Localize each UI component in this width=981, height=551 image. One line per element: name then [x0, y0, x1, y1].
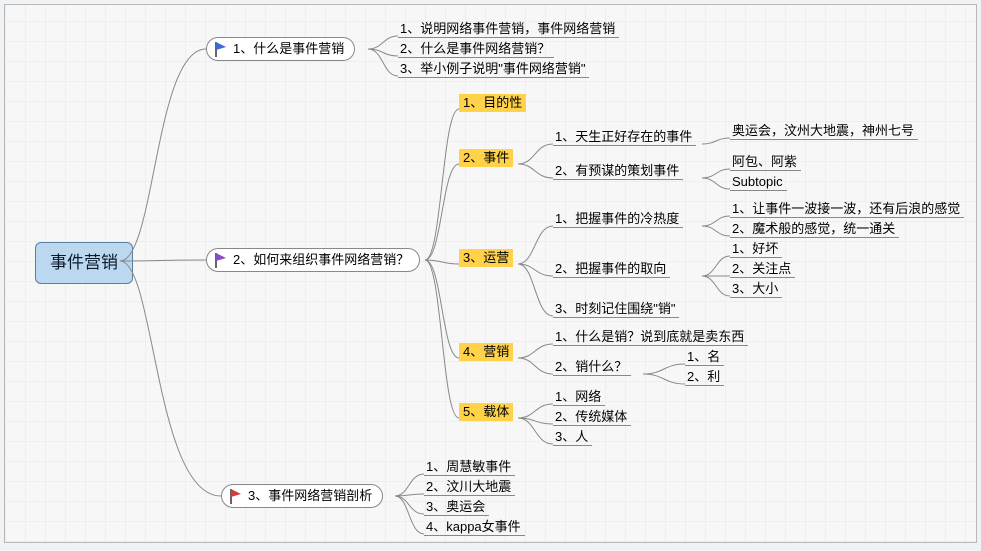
subtopic[interactable]: 3、大小: [730, 281, 782, 298]
subtopic[interactable]: 5、载体: [459, 403, 513, 421]
subtopic[interactable]: 1、目的性: [459, 94, 526, 112]
root-node[interactable]: 事件营销: [35, 242, 133, 284]
subtopic[interactable]: 2、关注点: [730, 261, 795, 278]
subtopic[interactable]: 3、时刻记住围绕"销": [553, 301, 679, 318]
main-topic-2[interactable]: 2、如何来组织事件网络营销？: [206, 248, 420, 272]
subtopic[interactable]: 3、举小例子说明"事件网络营销": [398, 61, 589, 78]
subtopic[interactable]: 2、销什么？: [553, 359, 631, 376]
subtopic[interactable]: 3、人: [553, 429, 592, 446]
subtopic[interactable]: 阿包、阿紫: [730, 154, 801, 171]
subtopic[interactable]: 奥运会，汶州大地震，神州七号: [730, 123, 918, 140]
main-topic-1[interactable]: 1、什么是事件营销: [206, 37, 355, 61]
subtopic[interactable]: 3、奥运会: [424, 499, 489, 516]
flag-icon: [228, 488, 244, 504]
flag-icon: [213, 41, 229, 57]
subtopic[interactable]: 2、有预谋的策划事件: [553, 163, 683, 180]
main-topic-label: 2、如何来组织事件网络营销？: [233, 252, 409, 268]
subtopic[interactable]: 3、运营: [459, 249, 513, 267]
flag-icon: [213, 252, 229, 268]
subtopic[interactable]: 2、事件: [459, 149, 513, 167]
subtopic[interactable]: Subtopic: [730, 174, 787, 191]
subtopic[interactable]: 1、网络: [553, 389, 605, 406]
subtopic[interactable]: 2、传统媒体: [553, 409, 631, 426]
subtopic[interactable]: 1、好坏: [730, 241, 782, 258]
subtopic[interactable]: 2、把握事件的取向: [553, 261, 670, 278]
subtopic[interactable]: 1、名: [685, 349, 724, 366]
main-topic-label: 1、什么是事件营销: [233, 41, 344, 57]
subtopic[interactable]: 4、营销: [459, 343, 513, 361]
subtopic[interactable]: 1、周慧敏事件: [424, 459, 515, 476]
subtopic[interactable]: 1、把握事件的冷热度: [553, 211, 683, 228]
subtopic[interactable]: 2、汶川大地震: [424, 479, 515, 496]
subtopic[interactable]: 4、kappa女事件: [424, 519, 525, 536]
mindmap-canvas[interactable]: 事件营销 1、什么是事件营销 2、如何来组织事件网络营销？ 3、事件网络营销剖析…: [4, 4, 977, 543]
subtopic[interactable]: 1、说明网络事件营销，事件网络营销: [398, 21, 619, 38]
subtopic[interactable]: 1、什么是销？说到底就是卖东西: [553, 329, 748, 346]
subtopic[interactable]: 2、什么是事件网络营销？: [398, 41, 554, 58]
subtopic[interactable]: 2、利: [685, 369, 724, 386]
subtopic[interactable]: 2、魔术般的感觉，统一通关: [730, 221, 899, 238]
root-label: 事件营销: [50, 253, 118, 272]
subtopic[interactable]: 1、天生正好存在的事件: [553, 129, 696, 146]
subtopic[interactable]: 1、让事件一波接一波，还有后浪的感觉: [730, 201, 964, 218]
main-topic-3[interactable]: 3、事件网络营销剖析: [221, 484, 383, 508]
main-topic-label: 3、事件网络营销剖析: [248, 488, 372, 504]
